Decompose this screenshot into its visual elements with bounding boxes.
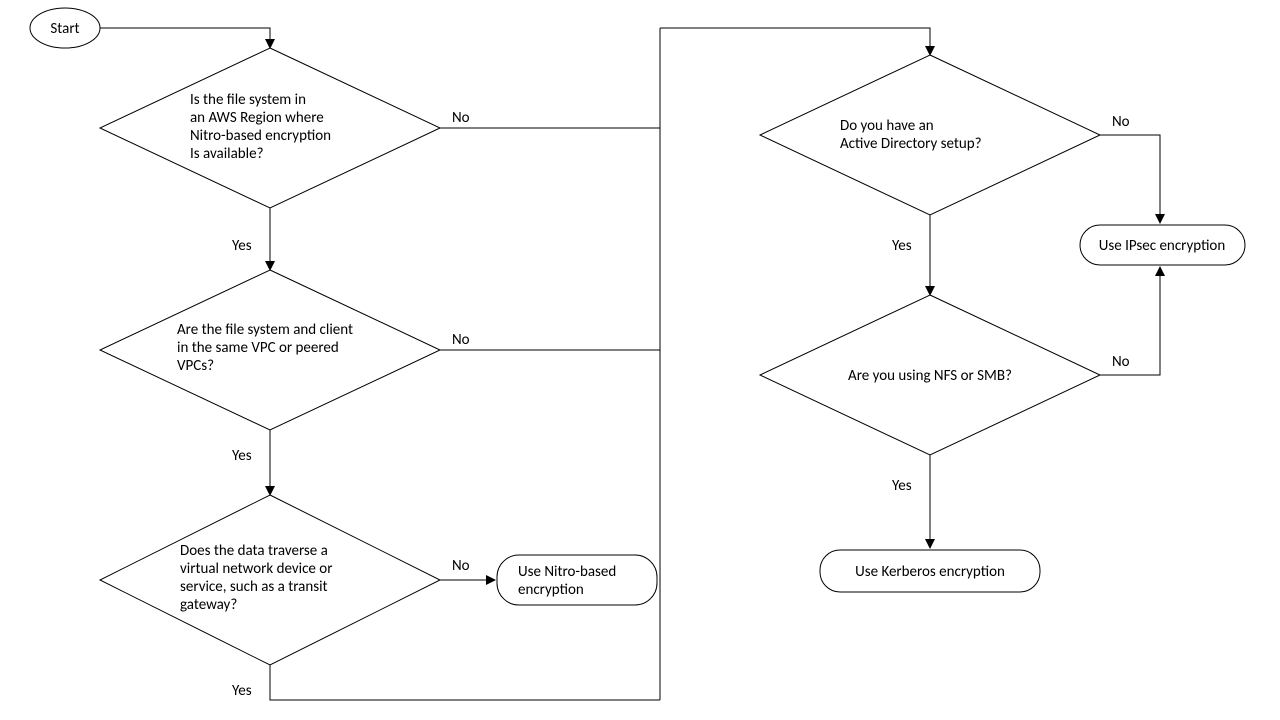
terminal-ipsec: Use IPsec encryption	[1080, 225, 1245, 265]
t-ipsec-label: Use IPsec encryption	[1099, 237, 1225, 255]
d1-no-label: No	[452, 109, 470, 127]
d3-line2: virtual network device or	[180, 560, 332, 578]
edge-d4-no	[1100, 135, 1160, 223]
d3-line3: service, such as a transit	[180, 578, 328, 596]
decision-nitro-region: Is the file system in an AWS Region wher…	[100, 48, 440, 208]
d4-line1: Do you have an	[840, 117, 934, 135]
d1-line2: an AWS Region where	[190, 109, 324, 127]
edge-trunk-to-d4	[660, 28, 930, 55]
start-label: Start	[50, 20, 79, 38]
d2-line1: Are the file system and client	[177, 321, 353, 339]
t-kerb-label: Use Kerberos encryption	[855, 563, 1005, 581]
d3-line1: Does the data traverse a	[180, 542, 328, 560]
decision-active-directory: Do you have an Active Directory setup?	[760, 55, 1100, 215]
decision-transit-gateway: Does the data traverse a virtual network…	[100, 495, 440, 665]
terminal-kerberos: Use Kerberos encryption	[820, 550, 1040, 592]
edge-d5-no	[1100, 267, 1160, 375]
d1-line4: Is available?	[190, 145, 264, 163]
d5-line1: Are you using NFS or SMB?	[848, 367, 1012, 385]
d2-yes-label: Yes	[232, 447, 252, 465]
d3-no-label: No	[452, 557, 470, 575]
d4-no-label: No	[1112, 113, 1130, 131]
d5-no-label: No	[1112, 353, 1130, 371]
d2-no-label: No	[452, 331, 470, 349]
d3-yes-label: Yes	[232, 682, 252, 700]
start-node: Start	[30, 8, 100, 48]
d4-line2: Active Directory setup?	[840, 135, 982, 153]
decision-same-vpc: Are the file system and client in the sa…	[100, 270, 440, 430]
d2-line3: VPCs?	[177, 357, 214, 375]
d3-line4: gateway?	[180, 596, 237, 614]
edge-start-d1	[100, 28, 270, 48]
t-nitro-line2: encryption	[518, 581, 584, 599]
edge-d3-yes	[270, 665, 660, 700]
terminal-nitro: Use Nitro-based encryption	[497, 555, 657, 605]
d1-line1: Is the file system in	[190, 91, 306, 109]
d1-yes-label: Yes	[232, 237, 252, 255]
decision-nfs-smb: Are you using NFS or SMB?	[760, 295, 1100, 455]
d1-line3: Nitro-based encryption	[190, 127, 331, 145]
d4-yes-label: Yes	[892, 237, 912, 255]
d2-line2: in the same VPC or peered	[177, 339, 339, 357]
t-nitro-line1: Use Nitro-based	[518, 563, 616, 581]
d5-yes-label: Yes	[892, 477, 912, 495]
